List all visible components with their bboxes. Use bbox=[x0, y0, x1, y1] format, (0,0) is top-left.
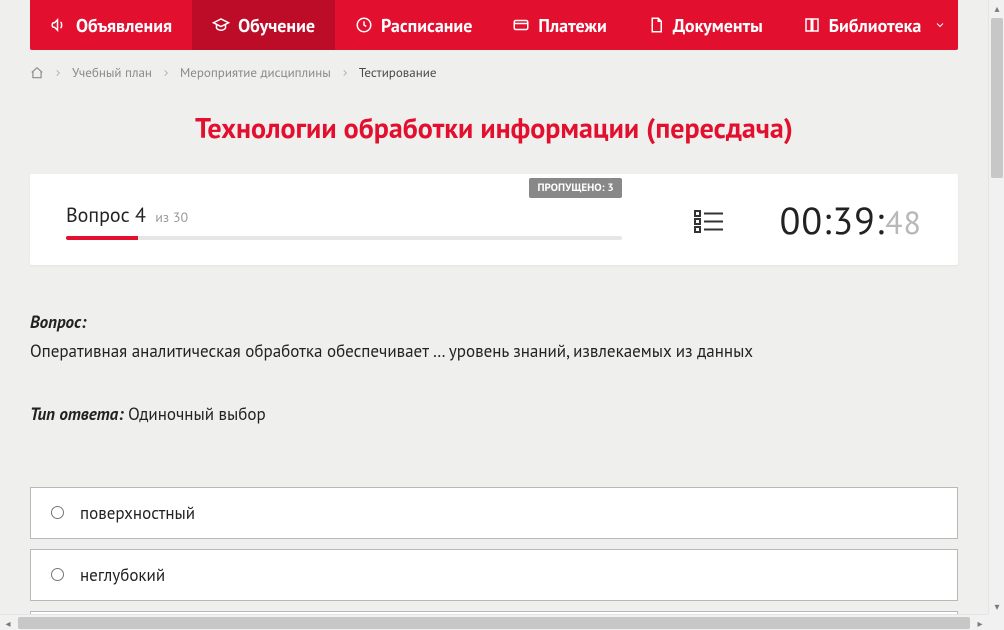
timer-minutes: 00 bbox=[780, 196, 823, 245]
nav-label: Объявления bbox=[76, 14, 172, 37]
option-label: неглубокий bbox=[80, 564, 165, 586]
option-radio[interactable] bbox=[51, 506, 64, 519]
scroll-corner bbox=[988, 614, 1004, 630]
scroll-thumb-horizontal[interactable] bbox=[18, 617, 970, 629]
answer-type-label: Тип ответа: bbox=[30, 403, 124, 425]
nav-item-payments[interactable]: Платежи bbox=[492, 0, 626, 50]
megaphone-icon bbox=[50, 16, 68, 34]
breadcrumb-sep bbox=[54, 69, 62, 77]
nav-label: Библиотека bbox=[829, 14, 922, 37]
timer: 00:39:48 bbox=[780, 196, 922, 245]
question-number: 4 bbox=[135, 202, 146, 228]
question-total: из 30 bbox=[155, 208, 188, 226]
breadcrumb-current: Тестирование bbox=[359, 64, 437, 81]
question-text: Оперативная аналитическая обработка обес… bbox=[30, 338, 958, 365]
option-label: поверхностный bbox=[80, 502, 195, 524]
nav-item-announcements[interactable]: Объявления bbox=[30, 0, 192, 50]
option-item[interactable]: неглубокий bbox=[30, 549, 958, 601]
graduation-icon bbox=[212, 16, 230, 34]
timer-centiseconds: 48 bbox=[885, 201, 922, 243]
question-list-button[interactable] bbox=[694, 208, 724, 234]
nav-label: Обучение bbox=[238, 14, 315, 37]
scroll-thumb-vertical[interactable] bbox=[991, 18, 1003, 178]
options-list: поверхностный неглубокий скрытый bbox=[30, 487, 958, 614]
question-block: Вопрос: Оперативная аналитическая обрабо… bbox=[30, 309, 958, 429]
question-counter: Вопрос 4 bbox=[66, 202, 151, 228]
nav-label: Расписание bbox=[381, 14, 472, 37]
nav-item-library[interactable]: Библиотека bbox=[783, 0, 970, 50]
list-icon bbox=[694, 208, 724, 234]
book-icon bbox=[803, 16, 821, 34]
nav-item-documents[interactable]: Документы bbox=[627, 0, 783, 50]
vertical-scrollbar[interactable]: ▴ ▾ bbox=[988, 0, 1004, 614]
answer-type-value: Одиночный выбор bbox=[128, 403, 266, 425]
clock-icon bbox=[355, 16, 373, 34]
question-word: Вопрос bbox=[66, 202, 130, 228]
breadcrumb: Учебный план Мероприятие дисциплины Тест… bbox=[30, 50, 958, 95]
card-icon bbox=[512, 16, 530, 34]
page-title: Технологии обработки информации (пересда… bbox=[30, 109, 958, 146]
breadcrumb-sep bbox=[341, 69, 349, 77]
main-nav: Объявления Обучение Расписание Платежи Д… bbox=[30, 0, 958, 50]
option-radio[interactable] bbox=[51, 568, 64, 581]
timer-seconds: 39 bbox=[832, 196, 875, 245]
status-card: Вопрос 4 из 30 ПРОПУЩЕНО: 3 bbox=[30, 174, 958, 265]
chevron-down-icon bbox=[931, 19, 949, 31]
scroll-down-arrow[interactable]: ▾ bbox=[989, 598, 1004, 614]
nav-item-schedule[interactable]: Расписание bbox=[335, 0, 492, 50]
progress-bar bbox=[66, 236, 622, 240]
breadcrumb-link-event[interactable]: Мероприятие дисциплины bbox=[180, 64, 331, 81]
scroll-right-arrow[interactable]: ▸ bbox=[972, 615, 988, 630]
breadcrumb-link-plan[interactable]: Учебный план bbox=[72, 64, 152, 81]
question-heading: Вопрос: bbox=[30, 309, 958, 336]
breadcrumb-sep bbox=[162, 69, 170, 77]
scroll-left-arrow[interactable]: ◂ bbox=[0, 615, 16, 630]
nav-label: Документы bbox=[673, 14, 763, 37]
nav-label: Платежи bbox=[538, 14, 606, 37]
horizontal-scrollbar[interactable]: ◂ ▸ bbox=[0, 614, 988, 630]
nav-item-learning[interactable]: Обучение bbox=[192, 0, 335, 50]
progress-fill bbox=[66, 236, 138, 240]
breadcrumb-home[interactable] bbox=[30, 66, 44, 80]
skipped-badge: ПРОПУЩЕНО: 3 bbox=[529, 178, 621, 198]
home-icon bbox=[30, 66, 44, 80]
option-item[interactable]: поверхностный bbox=[30, 487, 958, 539]
scroll-up-arrow[interactable]: ▴ bbox=[989, 0, 1004, 16]
doc-icon bbox=[647, 16, 665, 34]
